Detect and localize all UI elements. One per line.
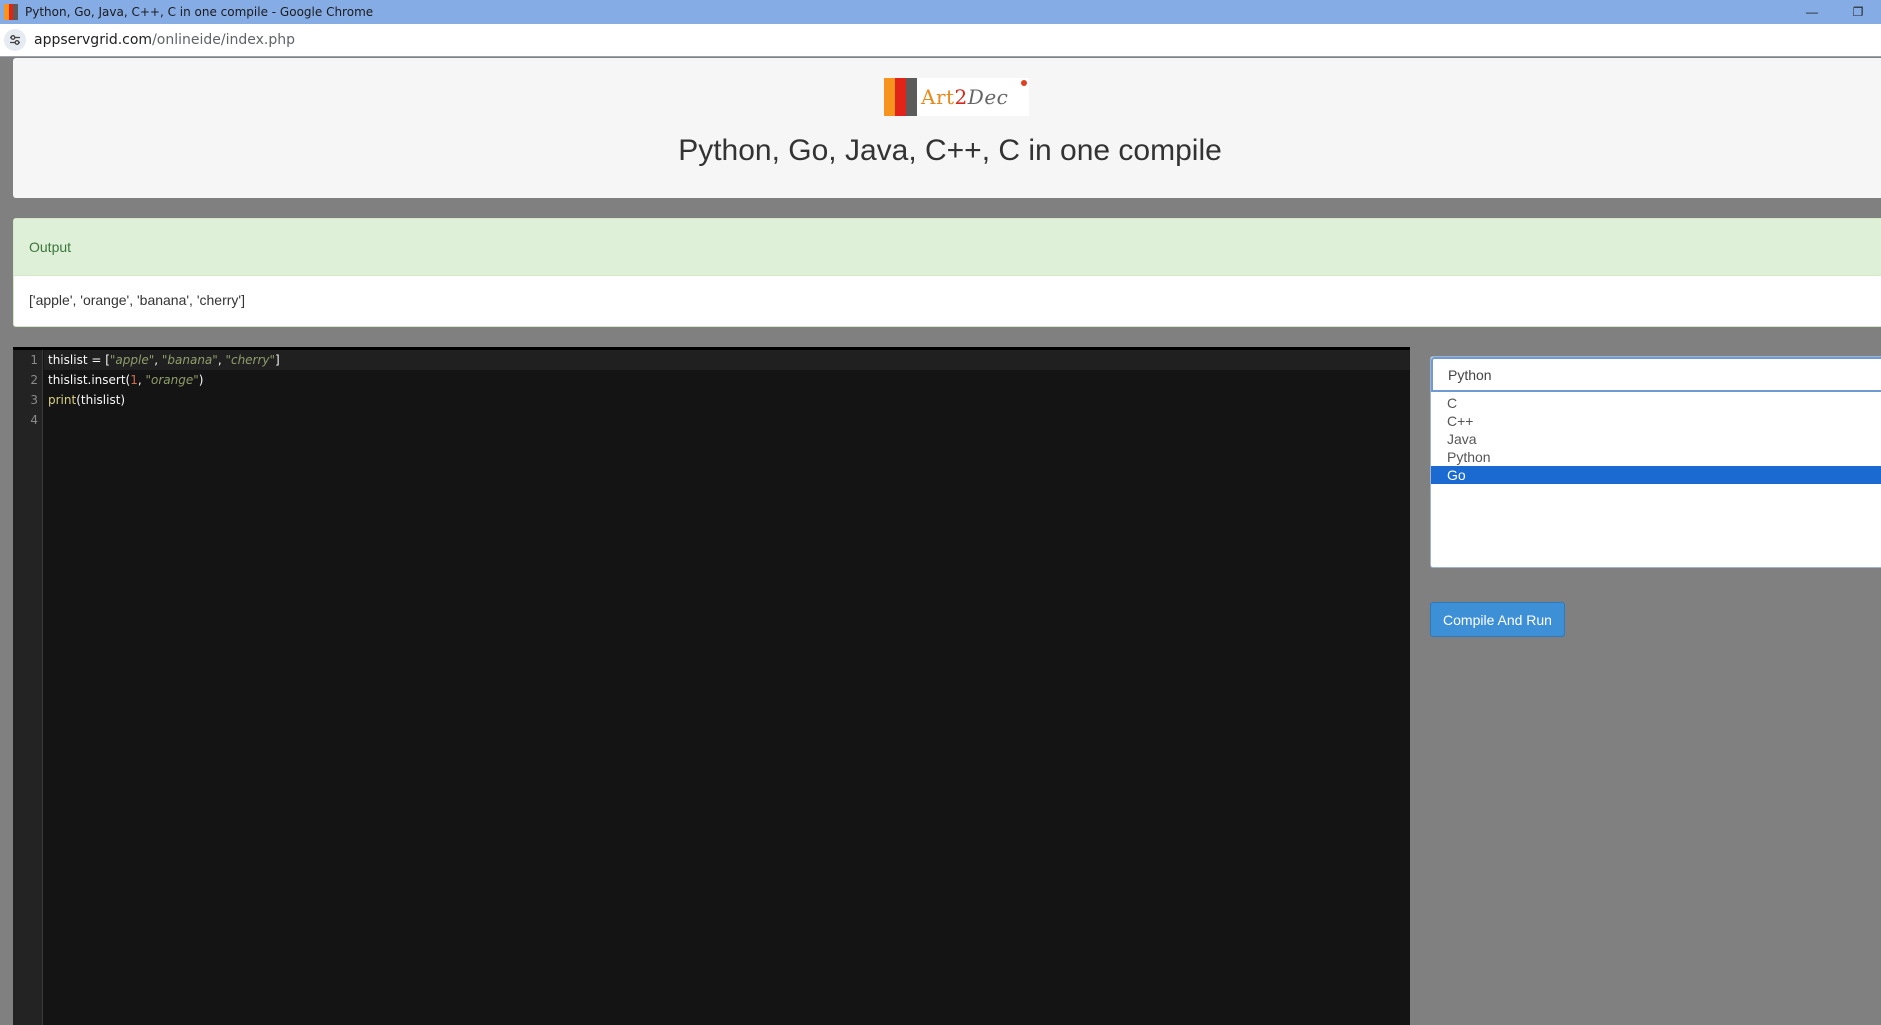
logo-text: Art2Dec bbox=[921, 85, 1009, 109]
code-token: ) bbox=[198, 373, 204, 387]
code-line[interactable]: thislist.insert(1, "orange") bbox=[44, 370, 1410, 390]
logo-bar-orange bbox=[884, 78, 895, 116]
language-select-current[interactable]: Python bbox=[1431, 357, 1881, 392]
output-heading: Output bbox=[14, 219, 1881, 276]
code-line[interactable] bbox=[44, 410, 1410, 430]
code-area[interactable]: thislist = ["apple", "banana", "cherry"]… bbox=[44, 350, 1410, 430]
code-token: "orange" bbox=[145, 373, 199, 387]
language-options-list: C C++ Java Python Go bbox=[1431, 392, 1881, 484]
code-token: (thislist) bbox=[76, 393, 126, 407]
compile-and-run-button[interactable]: Compile And Run bbox=[1430, 602, 1565, 637]
code-token: , bbox=[154, 353, 162, 367]
url-host: appservgrid.com bbox=[34, 32, 153, 48]
line-number: 4 bbox=[30, 413, 38, 427]
header-panel: Art2Dec Python, Go, Java, C++, C in one … bbox=[13, 58, 1881, 198]
site-info-button[interactable] bbox=[4, 29, 26, 51]
language-option[interactable]: Go bbox=[1431, 466, 1881, 484]
logo-bar-gray bbox=[906, 78, 917, 116]
line-number: 2 bbox=[30, 373, 38, 387]
code-token: thislist.insert( bbox=[48, 373, 131, 387]
output-text: ['apple', 'orange', 'banana', 'cherry'] bbox=[29, 292, 245, 308]
favicon-icon bbox=[4, 4, 19, 20]
code-token: thislist = [ bbox=[48, 353, 110, 367]
line-number-gutter: 1 2 3 4 bbox=[13, 350, 43, 1025]
page-title: Python, Go, Java, C++, C in one compile bbox=[678, 134, 1222, 167]
line-number: 3 bbox=[30, 393, 38, 407]
output-panel: Output ['apple', 'orange', 'banana', 'ch… bbox=[13, 218, 1881, 327]
language-option[interactable]: C bbox=[1431, 394, 1881, 412]
restore-icon: ❐ bbox=[1852, 5, 1864, 19]
url-field[interactable]: appservgrid.com/onlineide/index.php bbox=[34, 32, 295, 48]
url-path: /onlineide/index.php bbox=[152, 32, 296, 48]
logo-bar-red bbox=[895, 78, 906, 116]
code-token: 1 bbox=[130, 373, 138, 387]
line-number: 1 bbox=[30, 353, 38, 367]
language-option[interactable]: Python bbox=[1431, 448, 1881, 466]
logo-registered-mark bbox=[1021, 80, 1027, 86]
code-token: print bbox=[48, 393, 77, 407]
code-line[interactable]: thislist = ["apple", "banana", "cherry"] bbox=[44, 350, 1410, 370]
code-token: , bbox=[137, 373, 146, 387]
restore-button[interactable]: ❐ bbox=[1835, 0, 1881, 24]
tune-icon bbox=[10, 35, 20, 45]
code-editor[interactable]: 1 2 3 4 thislist = ["apple", "banana", "che… bbox=[13, 347, 1410, 1025]
window-title: Python, Go, Java, C++, C in one compile … bbox=[25, 5, 374, 19]
code-token: "banana" bbox=[161, 353, 218, 367]
language-option[interactable]: Java bbox=[1431, 430, 1881, 448]
window-controls: — ❐ bbox=[1789, 0, 1881, 24]
code-line[interactable]: print(thislist) bbox=[44, 390, 1410, 410]
language-select[interactable]: Python C C++ Java Python Go bbox=[1430, 356, 1881, 568]
code-token: ] bbox=[275, 353, 280, 367]
language-option[interactable]: C++ bbox=[1431, 412, 1881, 430]
minimize-icon: — bbox=[1806, 5, 1818, 19]
browser-title-bar: Python, Go, Java, C++, C in one compile … bbox=[0, 0, 1881, 24]
minimize-button[interactable]: — bbox=[1789, 0, 1835, 24]
logo-bars bbox=[884, 78, 917, 116]
address-bar: appservgrid.com/onlineide/index.php bbox=[0, 24, 1881, 57]
art2dec-logo: Art2Dec bbox=[884, 78, 1029, 116]
code-token: "cherry" bbox=[225, 353, 276, 367]
code-token: "apple" bbox=[109, 353, 155, 367]
